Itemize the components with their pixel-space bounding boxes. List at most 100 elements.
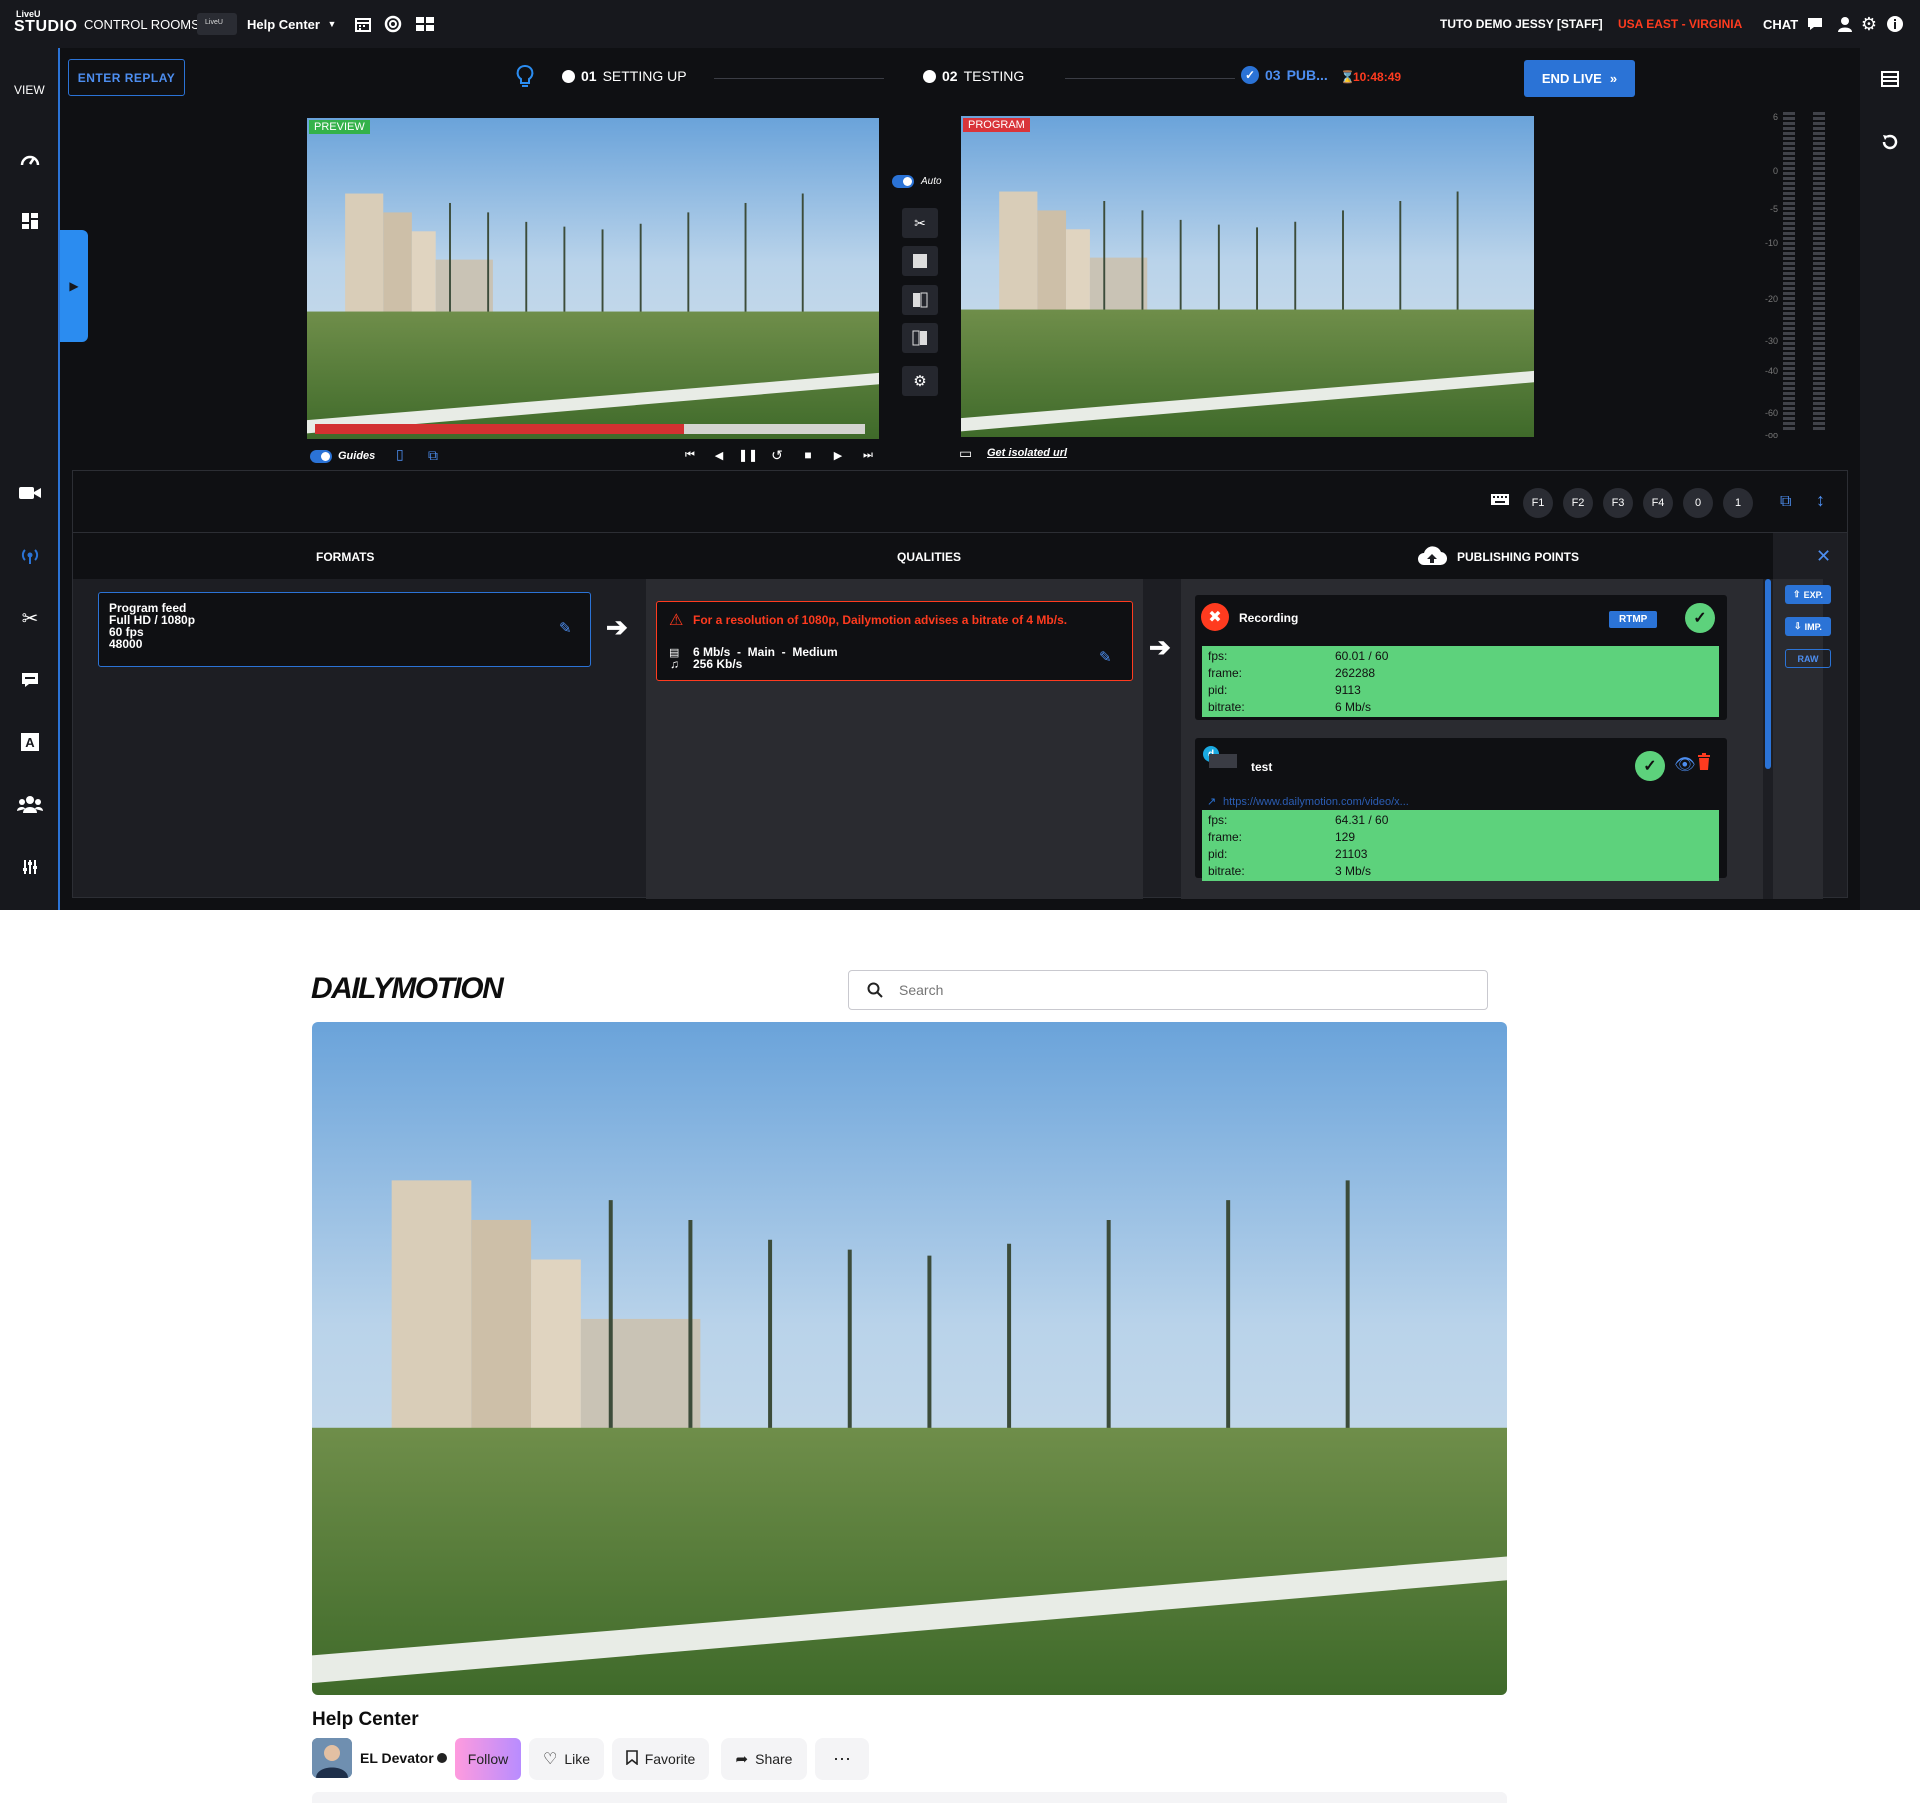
layout-icon[interactable] <box>17 208 43 234</box>
format-card[interactable]: Program feed Full HD / 1080p 60 fps 4800… <box>98 592 591 667</box>
chat-button[interactable]: CHAT <box>1763 17 1798 32</box>
share-button[interactable]: ➦ Share <box>721 1738 807 1780</box>
pencil-icon[interactable]: ✎ <box>559 619 572 637</box>
user-icon[interactable] <box>1835 14 1855 34</box>
meter-bar-left <box>1783 112 1795 432</box>
raw-button[interactable]: RAW <box>1785 649 1831 668</box>
preview-progress-track[interactable] <box>315 424 865 434</box>
step-back-icon[interactable]: ◀​ <box>709 447 729 463</box>
step-label: SETTING UP <box>602 68 687 84</box>
enter-replay-button[interactable]: ENTER REPLAY <box>68 59 185 96</box>
subtitle-icon[interactable] <box>17 667 43 693</box>
export-button[interactable]: ⇧ EXP. <box>1785 585 1831 604</box>
transition-settings-button[interactable]: ⚙ <box>902 366 938 396</box>
user-menu[interactable]: TUTO DEMO JESSY [STAFF] <box>1440 17 1603 31</box>
more-button[interactable]: ⋯ <box>815 1738 869 1780</box>
popout-icon[interactable]: ⧉ <box>428 447 438 464</box>
guides-toggle[interactable] <box>310 450 332 463</box>
search-input[interactable] <box>899 980 1459 1000</box>
broadcast-icon[interactable] <box>17 542 43 568</box>
pencil-icon[interactable]: ✎ <box>1099 648 1112 666</box>
fkey-button[interactable]: 1 <box>1723 488 1753 518</box>
fkey-button[interactable]: 0 <box>1683 488 1713 518</box>
fkey-button[interactable]: F3 <box>1603 488 1633 518</box>
follow-button[interactable]: Follow <box>455 1738 521 1780</box>
studio-logo[interactable]: LiveU STUDIO <box>14 8 77 40</box>
keyboard-icon[interactable] <box>1490 492 1510 513</box>
step-testing[interactable]: 02 TESTING <box>923 68 1024 84</box>
eye-icon[interactable]: 👁︎ <box>1674 755 1696 775</box>
search-bar[interactable] <box>848 970 1488 1010</box>
preview-label: PREVIEW <box>309 120 370 134</box>
dashboard-icon[interactable] <box>17 147 43 173</box>
mobile-icon[interactable]: ▯ <box>396 446 404 463</box>
video-player[interactable] <box>312 1022 1507 1695</box>
fkey-button[interactable]: F2 <box>1563 488 1593 518</box>
import-button[interactable]: ⇩ IMP. <box>1785 617 1831 636</box>
camera-icon[interactable] <box>17 480 43 506</box>
sidebar-expand-handle[interactable]: ▶ <box>60 230 88 342</box>
like-button[interactable]: ♡ Like <box>529 1738 604 1780</box>
history-icon[interactable] <box>1880 132 1900 157</box>
skip-back-icon[interactable]: ⏮ <box>680 447 700 463</box>
fkey-button[interactable]: F4 <box>1643 488 1673 518</box>
chat-icon[interactable] <box>1805 14 1825 34</box>
replay-icon[interactable]: ↺ <box>767 447 787 463</box>
wipe-transition-button[interactable] <box>902 285 938 315</box>
chevron-down-icon[interactable]: ▼ <box>322 14 342 34</box>
layout-grid-icon[interactable] <box>415 14 435 34</box>
layers-icon[interactable]: ⧉ <box>1780 493 1791 511</box>
cut-transition-button[interactable]: ✂ <box>902 208 938 238</box>
calendar-icon[interactable] <box>353 14 373 34</box>
step-publishing[interactable]: ✓ 03 PUB... <box>1241 66 1328 84</box>
text-overlay-icon[interactable]: A <box>17 729 43 755</box>
step-num: 01 <box>581 68 597 84</box>
auto-toggle-knob <box>903 177 912 186</box>
control-rooms-menu[interactable]: CONTROL ROOMS <box>84 17 200 32</box>
fkey-button[interactable]: F1 <box>1523 488 1553 518</box>
favorite-button[interactable]: Favorite <box>612 1738 709 1780</box>
close-icon[interactable]: ✕ <box>1816 546 1831 567</box>
info-icon[interactable] <box>1885 14 1905 34</box>
dailymotion-logo[interactable]: DAILYMOTION <box>311 972 504 1006</box>
video-link[interactable]: https://www.dailymotion.com/video/x... <box>1223 796 1409 808</box>
publishing-point-test[interactable]: d test ✓ 👁︎ ↗ https://www.dailymotion.co… <box>1195 738 1727 881</box>
scrollbar-thumb[interactable] <box>1765 579 1771 769</box>
slide-transition-button[interactable] <box>902 323 938 353</box>
team-icon[interactable] <box>17 791 43 817</box>
room-selector[interactable]: Help Center <box>247 17 320 32</box>
scissors-icon[interactable]: ✂ <box>17 605 43 631</box>
fade-transition-button[interactable] <box>902 246 938 276</box>
stop-icon[interactable]: ■ <box>798 447 818 463</box>
step-forward-icon[interactable]: ▶ <box>828 447 848 463</box>
channel-name[interactable]: EL Devator <box>360 1750 434 1766</box>
step-dot <box>562 69 575 83</box>
auto-label: Auto <box>921 176 942 187</box>
preview-monitor[interactable]: PREVIEW <box>307 118 879 439</box>
lifebuoy-icon[interactable] <box>383 14 403 34</box>
publishing-point-recording[interactable]: ✖ Recording RTMP ✓ fps: 60.01 / 60 frame:… <box>1195 595 1727 720</box>
end-live-button[interactable]: END LIVE » <box>1524 60 1635 97</box>
rundown-icon[interactable] <box>1881 70 1899 93</box>
right-sidebar <box>1860 48 1920 910</box>
isolated-url-link[interactable]: Get isolated url <box>987 447 1067 459</box>
step-setting-up[interactable]: 01 SETTING UP <box>562 68 687 84</box>
gear-icon[interactable]: ⚙ <box>1859 14 1879 34</box>
skip-forward-icon[interactable]: ⏭ <box>858 447 878 463</box>
channel-avatar[interactable] <box>312 1738 352 1778</box>
trash-icon[interactable] <box>1697 753 1711 776</box>
room-logo-text: LiveU <box>205 19 223 26</box>
program-monitor[interactable]: PROGRAM <box>961 116 1534 437</box>
panel-scrollbar[interactable] <box>1763 579 1773 899</box>
download-icon: ⇩ <box>1794 621 1802 631</box>
meter-tick: -oo <box>1764 430 1778 440</box>
region-menu[interactable]: USA EAST - VIRGINIA <box>1618 17 1742 31</box>
pause-icon[interactable]: ❚❚ <box>738 447 758 463</box>
auto-toggle[interactable] <box>892 175 914 188</box>
program-video-frame <box>961 116 1534 437</box>
share-label: Share <box>755 1751 793 1767</box>
mixer-icon[interactable] <box>17 854 43 880</box>
resize-vertical-icon[interactable]: ↕ <box>1816 490 1825 511</box>
quality-card[interactable]: ⚠ For a resolution of 1080p, Dailymotion… <box>656 601 1133 681</box>
lightbulb-icon[interactable] <box>515 64 535 95</box>
